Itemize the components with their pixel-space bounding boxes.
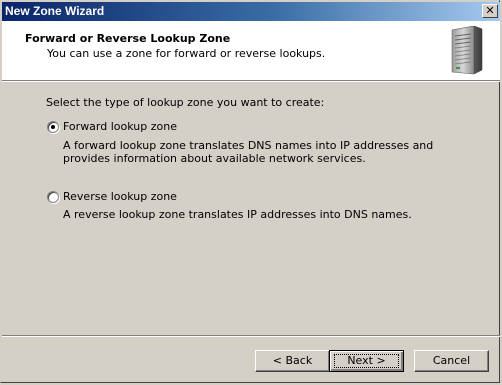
wizard-header: Forward or Reverse Lookup Zone You can u… bbox=[2, 21, 500, 81]
back-button-label: < Back bbox=[272, 354, 313, 367]
title-bar[interactable]: New Zone Wizard ✕ bbox=[2, 2, 500, 21]
next-button[interactable]: Next > bbox=[329, 350, 404, 372]
header-divider bbox=[2, 81, 500, 82]
reverse-lookup-description: A reverse lookup zone translates IP addr… bbox=[63, 208, 412, 221]
page-title: Forward or Reverse Lookup Zone bbox=[25, 32, 231, 45]
reverse-lookup-label[interactable]: Reverse lookup zone bbox=[63, 190, 177, 203]
cancel-button-label: Cancel bbox=[432, 354, 471, 367]
next-button-label: Next > bbox=[347, 354, 386, 367]
footer-divider bbox=[2, 335, 500, 337]
close-icon: ✕ bbox=[485, 4, 495, 17]
wizard-window: New Zone Wizard ✕ Forward or Reverse Loo… bbox=[0, 0, 500, 383]
page-subtitle: You can use a zone for forward or revers… bbox=[47, 47, 326, 60]
server-icon bbox=[451, 26, 483, 75]
window-title: New Zone Wizard bbox=[5, 4, 105, 18]
radio-selected-dot bbox=[51, 125, 55, 129]
reverse-lookup-radio[interactable] bbox=[47, 191, 59, 203]
cancel-button[interactable]: Cancel bbox=[414, 350, 489, 372]
close-button[interactable]: ✕ bbox=[482, 4, 498, 18]
forward-lookup-radio[interactable] bbox=[47, 121, 59, 133]
zone-type-prompt: Select the type of lookup zone you want … bbox=[46, 96, 325, 109]
back-button[interactable]: < Back bbox=[255, 350, 330, 372]
forward-lookup-label[interactable]: Forward lookup zone bbox=[63, 120, 177, 133]
forward-lookup-description: A forward lookup zone translates DNS nam… bbox=[63, 139, 434, 165]
